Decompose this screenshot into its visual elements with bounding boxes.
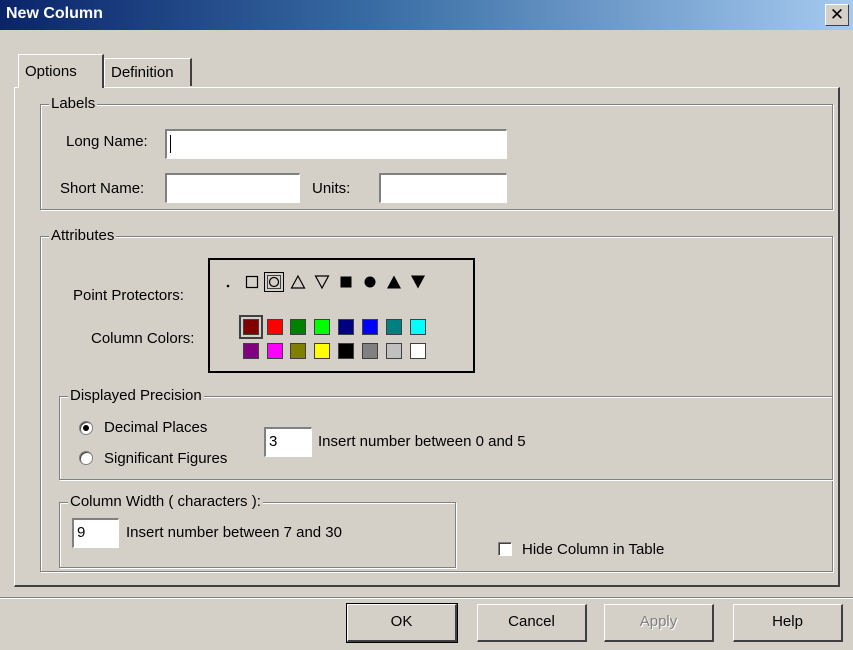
color-swatch-dark-red[interactable]: [239, 315, 263, 339]
precision-input[interactable]: 3: [264, 427, 312, 457]
tab-definition-label: Definition: [111, 64, 174, 81]
precision-value: 3: [269, 433, 278, 450]
color-swatch-blue[interactable]: [362, 319, 378, 335]
labels-group-title: Labels: [49, 95, 98, 112]
point-protectors-label: Point Protectors:: [73, 287, 184, 304]
dot-icon[interactable]: [220, 274, 236, 290]
cancel-button[interactable]: Cancel: [477, 604, 587, 642]
column-width-hint: Insert number between 7 and 30: [126, 524, 342, 541]
decimal-places-radio[interactable]: [79, 421, 93, 435]
text-cursor: [170, 135, 171, 154]
color-swatch-yellow[interactable]: [314, 343, 330, 359]
column-width-input[interactable]: 9: [72, 518, 119, 548]
short-name-input[interactable]: [165, 173, 300, 203]
ok-button[interactable]: OK: [346, 603, 458, 643]
help-button[interactable]: Help: [733, 604, 843, 642]
long-name-label: Long Name:: [66, 133, 148, 150]
hide-column-label: Hide Column in Table: [522, 541, 665, 558]
color-swatch-olive[interactable]: [290, 343, 306, 359]
color-swatch-gray[interactable]: [362, 343, 378, 359]
precision-hint: Insert number between 0 and 5: [318, 433, 526, 450]
open-circle-icon[interactable]: [264, 272, 284, 292]
ok-button-label: OK: [390, 613, 413, 630]
tab-definition[interactable]: Definition: [104, 58, 192, 86]
tab-options-label: Options: [25, 63, 77, 80]
apply-button-label: Apply: [639, 613, 678, 630]
filled-triangle-up-icon[interactable]: [386, 274, 402, 290]
apply-button[interactable]: Apply: [604, 604, 714, 642]
tab-options[interactable]: Options: [18, 54, 104, 88]
color-swatch-black[interactable]: [338, 343, 354, 359]
significant-figures-radio[interactable]: [79, 451, 93, 465]
displayed-precision-title: Displayed Precision: [68, 387, 204, 404]
separator-highlight: [0, 598, 853, 599]
filled-circle-icon[interactable]: [362, 274, 378, 290]
column-width-value: 9: [77, 524, 86, 541]
color-swatch-dark-green[interactable]: [290, 319, 306, 335]
units-label: Units:: [312, 180, 351, 197]
color-swatch-lime[interactable]: [314, 319, 330, 335]
close-icon: ✕: [829, 5, 845, 24]
attributes-group-title: Attributes: [49, 227, 117, 244]
short-name-label: Short Name:: [60, 180, 145, 197]
cancel-button-label: Cancel: [508, 613, 555, 630]
color-swatch-teal[interactable]: [386, 319, 402, 335]
close-button[interactable]: ✕: [825, 4, 849, 26]
decimal-places-label: Decimal Places: [104, 419, 208, 436]
title-bar: New Column ✕: [0, 0, 853, 30]
color-swatch-purple[interactable]: [243, 343, 259, 359]
color-swatch-cyan[interactable]: [410, 319, 426, 335]
color-swatch-navy[interactable]: [338, 319, 354, 335]
column-colors-label: Column Colors:: [91, 330, 195, 347]
filled-square-icon[interactable]: [338, 274, 354, 290]
open-triangle-down-icon[interactable]: [314, 274, 330, 290]
open-triangle-up-icon[interactable]: [290, 274, 306, 290]
long-name-input[interactable]: [165, 129, 507, 159]
symbol-color-palette: [208, 258, 475, 373]
hide-column-checkbox[interactable]: [498, 542, 512, 556]
color-swatch-red[interactable]: [267, 319, 283, 335]
column-width-title: Column Width ( characters ):: [68, 493, 263, 510]
filled-triangle-down-icon[interactable]: [410, 274, 426, 290]
color-swatch-silver[interactable]: [386, 343, 402, 359]
significant-figures-label: Significant Figures: [104, 450, 228, 467]
window-title: New Column: [6, 5, 103, 22]
help-button-label: Help: [772, 613, 803, 630]
units-input[interactable]: [379, 173, 507, 203]
color-swatch-white[interactable]: [410, 343, 426, 359]
open-square-icon[interactable]: [244, 274, 260, 290]
color-swatch-magenta[interactable]: [267, 343, 283, 359]
